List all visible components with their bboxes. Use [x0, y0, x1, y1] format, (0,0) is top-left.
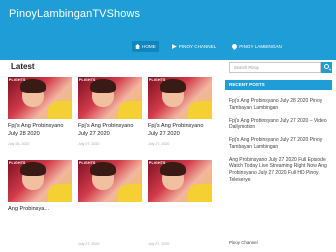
recent-posts-title: RECENT POSTS [229, 82, 265, 87]
post-thumbnail[interactable]: PLIGHTS [148, 77, 212, 119]
post-card[interactable]: PLIGHTS Fpj's Ang Probinsyano July 28 20… [8, 77, 72, 146]
thumbnail-accent [48, 101, 72, 119]
site-title[interactable]: PinoyLambinganTVShows [9, 8, 140, 20]
nav-pinoy-lambingan-label: PINOY LAMBINGAN [239, 44, 282, 49]
post-card[interactable]: PLIGHTS Fpj's Ang Probinsyano July 27 20… [148, 77, 212, 146]
thumbnail-accent [118, 184, 142, 202]
sidebar-channel-link[interactable]: Pinoy Channel [229, 240, 258, 245]
thumbnail-badge: PLIGHTS [149, 161, 166, 165]
recent-post-link[interactable]: Fpj's Ang Probinsyano July 27 2020 – Vid… [229, 118, 329, 132]
thumbnail-badge: PLIGHTS [9, 161, 26, 165]
post-thumbnail[interactable]: PLIGHTS [8, 160, 72, 202]
thumbnail-accent [48, 184, 72, 202]
search-input[interactable]: Search Pinoy [229, 62, 321, 73]
recent-posts-header: RECENT POSTS [225, 80, 332, 90]
recent-post-link[interactable]: Fpj's Ang Probinsyano July 28 2020 Pinoy… [229, 98, 329, 112]
thumbnail-badge: PLIGHTS [149, 78, 166, 82]
post-thumbnail[interactable]: PLIGHTS [148, 160, 212, 202]
post-thumbnail[interactable]: PLIGHTS [78, 160, 142, 202]
nav-pinoy-lambingan[interactable]: PINOY LAMBINGAN [229, 41, 285, 52]
header-bar: PinoyLambinganTVShows HOME PINOY CHANNEL… [0, 0, 336, 60]
pin-icon [231, 42, 239, 51]
search-placeholder: Search Pinoy [234, 65, 259, 70]
home-icon [135, 44, 140, 49]
post-card[interactable]: PLIGHTS July 27, 2020 [148, 160, 212, 246]
post-date: July 28, 2020 [8, 142, 30, 147]
search-button[interactable] [321, 62, 332, 73]
nav-pinoy-channel[interactable]: PINOY CHANNEL [169, 41, 219, 52]
post-date: July 27, 2020 [78, 142, 100, 147]
nav-home-label: HOME [142, 44, 156, 49]
section-title: Latest [11, 62, 35, 71]
thumbnail-badge: PLIGHTS [79, 78, 96, 82]
post-card[interactable]: PLIGHTS July 27, 2020 [78, 160, 142, 246]
thumbnail-badge: PLIGHTS [79, 161, 96, 165]
recent-post-link[interactable]: Ang Probinsyano July 27 2020 Full Episod… [229, 157, 329, 184]
thumbnail-accent [188, 101, 212, 119]
thumbnail-accent [188, 184, 212, 202]
post-date: July 27, 2020 [148, 242, 170, 246]
post-title[interactable]: Ang Probinsya... [8, 206, 72, 214]
nav-home[interactable]: HOME [132, 41, 159, 52]
nav-pinoy-channel-label: PINOY CHANNEL [178, 44, 217, 49]
thumbnail-accent [118, 101, 142, 119]
main-nav: HOME PINOY CHANNEL PINOY LAMBINGAN [132, 41, 285, 52]
play-icon [171, 44, 177, 49]
post-date: July 27, 2020 [148, 142, 170, 147]
thumbnail-badge: PLIGHTS [9, 78, 26, 82]
recent-post-link[interactable]: Fpj's Ang Probinsyano July 27 2020 Pinoy… [229, 137, 329, 151]
post-title[interactable]: Fpj's Ang Probinsyano July 28 2020 [8, 123, 72, 138]
post-card[interactable]: PLIGHTS Ang Probinsya... [8, 160, 72, 214]
post-thumbnail[interactable]: PLIGHTS [8, 77, 72, 119]
post-date: July 27, 2020 [78, 242, 100, 246]
post-title[interactable]: Fpj's Ang Probinsyano July 27 2020 [148, 123, 212, 138]
post-card[interactable]: PLIGHTS Fpj's Ang Probinsyano July 27 20… [78, 77, 142, 146]
post-thumbnail[interactable]: PLIGHTS [78, 77, 142, 119]
search-icon [324, 64, 329, 69]
post-title[interactable]: Fpj's Ang Probinsyano July 27 2020 [78, 123, 142, 138]
recent-posts-list: Fpj's Ang Probinsyano July 28 2020 Pinoy… [229, 98, 329, 190]
